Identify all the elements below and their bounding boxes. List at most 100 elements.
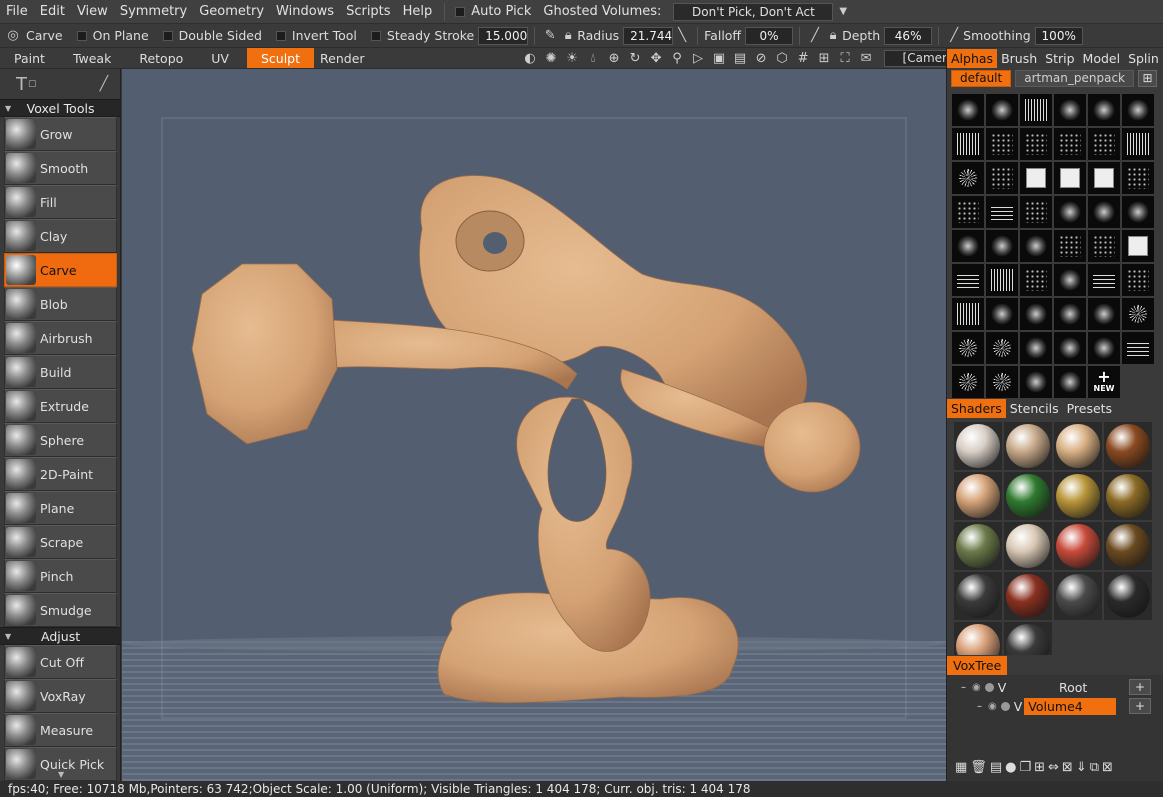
adjust-header[interactable]: ▼ Adjust xyxy=(0,627,120,645)
flip-icon[interactable]: ⇔ xyxy=(1048,760,1059,775)
tab-brush[interactable]: Brush xyxy=(997,49,1041,68)
sculpt-model[interactable] xyxy=(191,175,861,704)
smoothing-pen-icon[interactable]: ╱ xyxy=(945,27,963,45)
depth-pen-icon[interactable]: ╱ xyxy=(806,27,824,45)
shader-thumbnail[interactable] xyxy=(954,422,1002,470)
alpha-thumbnail[interactable] xyxy=(1054,366,1086,398)
tool-2d-paint[interactable]: 2D-Paint xyxy=(4,457,117,491)
menu-help[interactable]: Help xyxy=(397,4,439,19)
alpha-thumbnail[interactable] xyxy=(986,162,1018,194)
pressure-icon[interactable]: ✎ xyxy=(541,27,559,45)
tool-fill[interactable]: Fill xyxy=(4,185,117,219)
voxel-tools-header[interactable]: ▼ Voxel Tools xyxy=(0,99,120,117)
viewport-canvas[interactable] xyxy=(122,69,946,781)
alpha-thumbnail[interactable] xyxy=(952,366,984,398)
add-alpha-set-button[interactable]: ⊞ xyxy=(1138,69,1157,87)
shader-thumbnail[interactable] xyxy=(1054,472,1102,520)
alpha-thumbnail[interactable] xyxy=(1020,230,1052,262)
text-tool-icon[interactable]: T xyxy=(16,74,27,95)
falloff-brush-icon[interactable]: ╲ xyxy=(673,27,691,45)
pen-icon[interactable]: ╱ xyxy=(100,76,108,92)
alpha-thumbnail[interactable] xyxy=(1054,264,1086,296)
shader-thumbnail[interactable] xyxy=(1104,422,1152,470)
alpha-thumbnail[interactable] xyxy=(986,298,1018,330)
alpha-thumbnail[interactable] xyxy=(1020,332,1052,364)
target-icon[interactable]: ⊕ xyxy=(605,49,624,67)
copy-icon[interactable]: ❐ xyxy=(1019,760,1031,775)
alpha-thumbnail[interactable] xyxy=(1122,196,1154,228)
alpha-thumbnail[interactable] xyxy=(1020,128,1052,160)
cube-icon[interactable]: ⬡ xyxy=(773,49,792,67)
tool-cut-off[interactable]: Cut Off xyxy=(4,645,117,679)
visibility-toggle[interactable]: V xyxy=(998,680,1007,695)
alpha-thumbnail[interactable] xyxy=(1054,94,1086,126)
eye-icon[interactable]: ◉ xyxy=(988,701,997,712)
shader-thumbnail[interactable] xyxy=(1004,422,1052,470)
alpha-thumbnail[interactable] xyxy=(952,298,984,330)
alpha-thumbnail[interactable] xyxy=(1054,230,1086,262)
alpha-thumbnail[interactable] xyxy=(1122,128,1154,160)
alpha-thumbnail[interactable] xyxy=(952,264,984,296)
shader-thumbnail[interactable] xyxy=(1104,472,1152,520)
alpha-thumbnail[interactable] xyxy=(1088,94,1120,126)
grid-small-icon[interactable]: ⊞ xyxy=(815,49,834,67)
alpha-thumbnail[interactable] xyxy=(1054,298,1086,330)
alpha-thumbnail[interactable] xyxy=(952,128,984,160)
tool-scrape[interactable]: Scrape xyxy=(4,525,117,559)
alpha-thumbnail[interactable] xyxy=(986,128,1018,160)
smoothing-input[interactable]: 100% xyxy=(1034,26,1083,45)
alpha-thumbnail[interactable] xyxy=(1054,196,1086,228)
tool-carve[interactable]: Carve xyxy=(4,253,117,287)
alpha-thumbnail[interactable] xyxy=(952,332,984,364)
trash-icon[interactable]: 🗑︎ xyxy=(970,760,987,775)
voxtree-row-volume[interactable]: – ◉ V Volume4 + xyxy=(947,697,1163,716)
tool-grow[interactable]: Grow xyxy=(4,117,117,151)
tool-blob[interactable]: Blob xyxy=(4,287,117,321)
ghosted-volumes-dropdown[interactable]: Don't Pick, Don't Act xyxy=(673,2,834,21)
alpha-thumbnail[interactable] xyxy=(1122,162,1154,194)
tab-uv[interactable]: UV xyxy=(197,48,243,68)
light-icon[interactable]: ✺ xyxy=(542,49,561,67)
tab-paint[interactable]: Paint xyxy=(0,48,59,68)
volume-label[interactable]: Volume4 xyxy=(1024,698,1117,715)
steady-stroke-checkbox[interactable] xyxy=(370,30,381,41)
add-root-child-button[interactable]: + xyxy=(1129,679,1151,695)
alpha-thumbnail[interactable] xyxy=(986,332,1018,364)
new-alpha-button[interactable]: + NEW xyxy=(1088,366,1120,398)
alpha-thumbnail[interactable] xyxy=(952,94,984,126)
tab-model[interactable]: Model xyxy=(1079,49,1125,68)
menu-geometry[interactable]: Geometry xyxy=(193,4,270,19)
tool-pinch[interactable]: Pinch xyxy=(4,559,117,593)
tab-shaders[interactable]: Shaders xyxy=(947,398,1006,418)
menu-view[interactable]: View xyxy=(71,4,114,19)
alpha-thumbnail[interactable] xyxy=(1122,230,1154,262)
on-plane-checkbox[interactable] xyxy=(76,30,87,41)
tab-sculpt[interactable]: Sculpt xyxy=(246,48,315,68)
depth-input[interactable]: 46% xyxy=(884,26,933,45)
clone-icon[interactable]: ⧉ xyxy=(1090,760,1099,775)
tab-voxtree[interactable]: VoxTree xyxy=(947,655,1008,675)
scroll-down-icon[interactable]: ▼ xyxy=(58,770,64,779)
alpha-thumbnail[interactable] xyxy=(1122,298,1154,330)
auto-pick-checkbox[interactable] xyxy=(455,6,466,17)
shader-thumbnail[interactable] xyxy=(1104,572,1152,620)
pen-mode-icon[interactable]: ▤ xyxy=(731,49,750,67)
drop-icon[interactable]: 💧︎ xyxy=(584,49,603,67)
alpha-thumbnail[interactable] xyxy=(1020,196,1052,228)
chevron-down-icon[interactable]: ▼ xyxy=(839,6,847,17)
tool-clay[interactable]: Clay xyxy=(4,219,117,253)
move-icon[interactable]: ✥ xyxy=(647,49,666,67)
alpha-thumbnail[interactable] xyxy=(1088,196,1120,228)
alpha-thumbnail[interactable] xyxy=(952,196,984,228)
alpha-thumbnail[interactable] xyxy=(1088,298,1120,330)
new-volume-icon[interactable]: ▦ xyxy=(955,760,967,775)
tab-alphas[interactable]: Alphas xyxy=(947,48,998,68)
sphere-icon[interactable]: ● xyxy=(1005,760,1016,775)
alpha-thumbnail[interactable] xyxy=(1020,264,1052,296)
shader-thumbnail[interactable] xyxy=(1054,422,1102,470)
grid-icon[interactable]: # xyxy=(794,49,813,67)
alpha-thumbnail[interactable] xyxy=(1020,298,1052,330)
steady-stroke-input[interactable]: 15.000 xyxy=(478,26,529,45)
eye-icon[interactable]: ◉ xyxy=(972,682,981,693)
tab-spline[interactable]: Splin xyxy=(1124,49,1163,68)
